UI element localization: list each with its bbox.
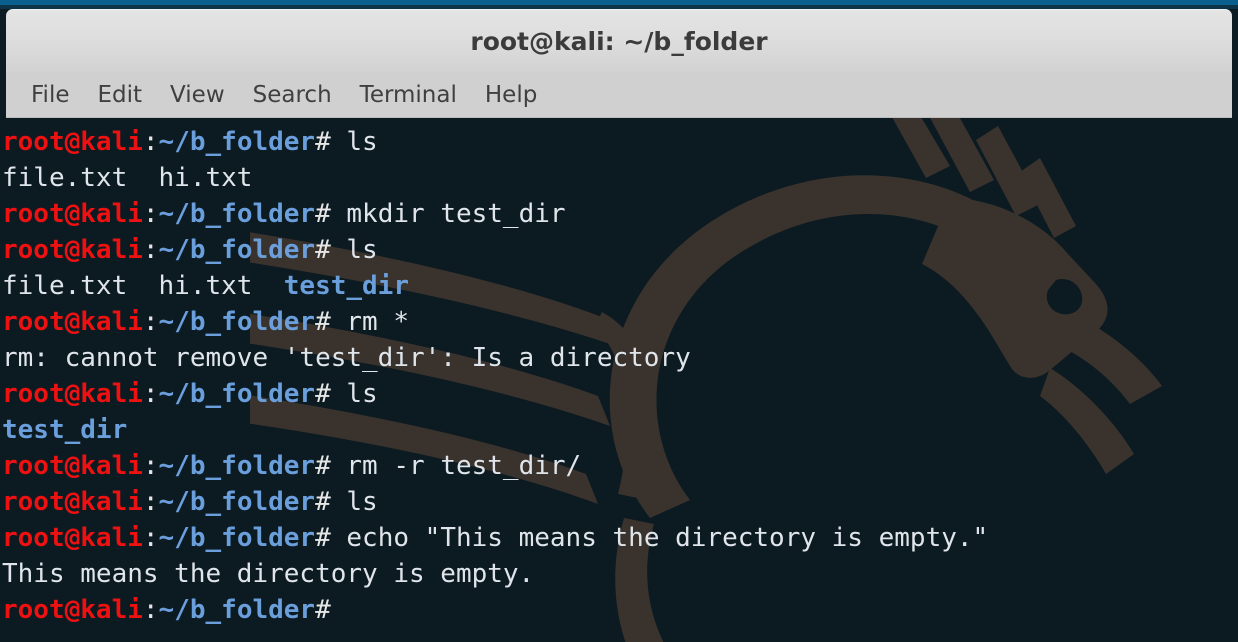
prompt-separator: :: [142, 199, 159, 229]
prompt-separator: :: [142, 595, 159, 625]
prompt-path: ~/b_folder: [158, 451, 316, 481]
menu-item-terminal[interactable]: Terminal: [347, 80, 470, 110]
prompt-user-host: root@kali: [2, 451, 143, 481]
terminal-prompt-line: root@kali:~/b_folder#: [2, 592, 1238, 628]
prompt-symbol: #: [315, 127, 331, 157]
terminal-prompt-line: root@kali:~/b_folder# mkdir test_dir: [2, 196, 1238, 232]
terminal-directory-entry: test_dir: [283, 271, 409, 301]
terminal-command: echo "This means the directory is empty.…: [330, 523, 989, 553]
terminal-command: ls: [330, 379, 378, 409]
terminal-output-text: file.txt hi.txt: [2, 163, 253, 193]
prompt-separator: :: [142, 235, 159, 265]
prompt-separator: :: [142, 523, 159, 553]
terminal-output-text: This means the directory is empty.: [2, 559, 535, 589]
prompt-symbol: #: [315, 487, 331, 517]
prompt-path: ~/b_folder: [158, 235, 316, 265]
window-titlebar[interactable]: root@kali: ~/b_folder: [6, 9, 1232, 72]
prompt-separator: :: [142, 127, 159, 157]
prompt-separator: :: [142, 307, 159, 337]
terminal-directory-entry: test_dir: [2, 415, 128, 445]
prompt-symbol: #: [315, 199, 331, 229]
prompt-user-host: root@kali: [2, 235, 143, 265]
terminal-output-line: This means the directory is empty.: [2, 556, 1238, 592]
terminal-command: mkdir test_dir: [330, 199, 566, 229]
terminal-output-text: file.txt hi.txt: [2, 271, 284, 301]
desktop-background: root@kali: ~/b_folder File Edit View Sea…: [0, 0, 1238, 642]
prompt-symbol: #: [315, 307, 331, 337]
prompt-path: ~/b_folder: [158, 307, 316, 337]
prompt-path: ~/b_folder: [158, 127, 316, 157]
prompt-symbol: #: [315, 235, 331, 265]
prompt-user-host: root@kali: [2, 307, 143, 337]
terminal-prompt-line: root@kali:~/b_folder# ls: [2, 232, 1238, 268]
prompt-symbol: #: [315, 451, 331, 481]
prompt-separator: :: [142, 487, 159, 517]
menu-item-edit[interactable]: Edit: [85, 80, 156, 110]
terminal-prompt-line: root@kali:~/b_folder# ls: [2, 484, 1238, 520]
prompt-user-host: root@kali: [2, 595, 143, 625]
prompt-symbol: #: [315, 523, 331, 553]
menu-item-help[interactable]: Help: [472, 80, 550, 110]
prompt-user-host: root@kali: [2, 379, 143, 409]
prompt-user-host: root@kali: [2, 523, 143, 553]
terminal-output-line: file.txt hi.txt: [2, 160, 1238, 196]
menu-item-file[interactable]: File: [18, 80, 83, 110]
terminal-output-text: rm: cannot remove 'test_dir': Is a direc…: [2, 343, 691, 373]
terminal-prompt-line: root@kali:~/b_folder# rm *: [2, 304, 1238, 340]
terminal-command: ls: [330, 127, 378, 157]
terminal-prompt-line: root@kali:~/b_folder# rm -r test_dir/: [2, 448, 1238, 484]
prompt-user-host: root@kali: [2, 199, 143, 229]
prompt-symbol: #: [315, 379, 331, 409]
terminal-content-area[interactable]: root@kali:~/b_folder# ls file.txt hi.txt r…: [0, 118, 1238, 642]
menu-item-search[interactable]: Search: [240, 80, 345, 110]
terminal-command: rm -r test_dir/: [330, 451, 582, 481]
terminal-command: rm *: [330, 307, 410, 337]
prompt-path: ~/b_folder: [158, 523, 316, 553]
terminal-prompt-line: root@kali:~/b_folder# ls: [2, 124, 1238, 160]
prompt-path: ~/b_folder: [158, 487, 316, 517]
menubar: File Edit View Search Terminal Help: [6, 72, 1232, 118]
terminal-window: root@kali: ~/b_folder File Edit View Sea…: [0, 5, 1238, 642]
prompt-symbol: #: [315, 595, 331, 625]
prompt-path: ~/b_folder: [158, 199, 316, 229]
terminal-output-line: test_dir: [2, 412, 1238, 448]
terminal-output-log: root@kali:~/b_folder# ls file.txt hi.txt r…: [0, 118, 1238, 628]
terminal-command: ls: [330, 487, 378, 517]
terminal-output-line: rm: cannot remove 'test_dir': Is a direc…: [2, 340, 1238, 376]
window-title: root@kali: ~/b_folder: [470, 26, 768, 56]
prompt-separator: :: [142, 451, 159, 481]
prompt-user-host: root@kali: [2, 127, 143, 157]
prompt-path: ~/b_folder: [158, 595, 316, 625]
prompt-path: ~/b_folder: [158, 379, 316, 409]
terminal-command: ls: [330, 235, 378, 265]
terminal-prompt-line: root@kali:~/b_folder# ls: [2, 376, 1238, 412]
prompt-user-host: root@kali: [2, 487, 143, 517]
prompt-separator: :: [142, 379, 159, 409]
menu-item-view[interactable]: View: [157, 80, 238, 110]
terminal-output-line: file.txt hi.txt test_dir: [2, 268, 1238, 304]
terminal-prompt-line: root@kali:~/b_folder# echo "This means t…: [2, 520, 1238, 556]
